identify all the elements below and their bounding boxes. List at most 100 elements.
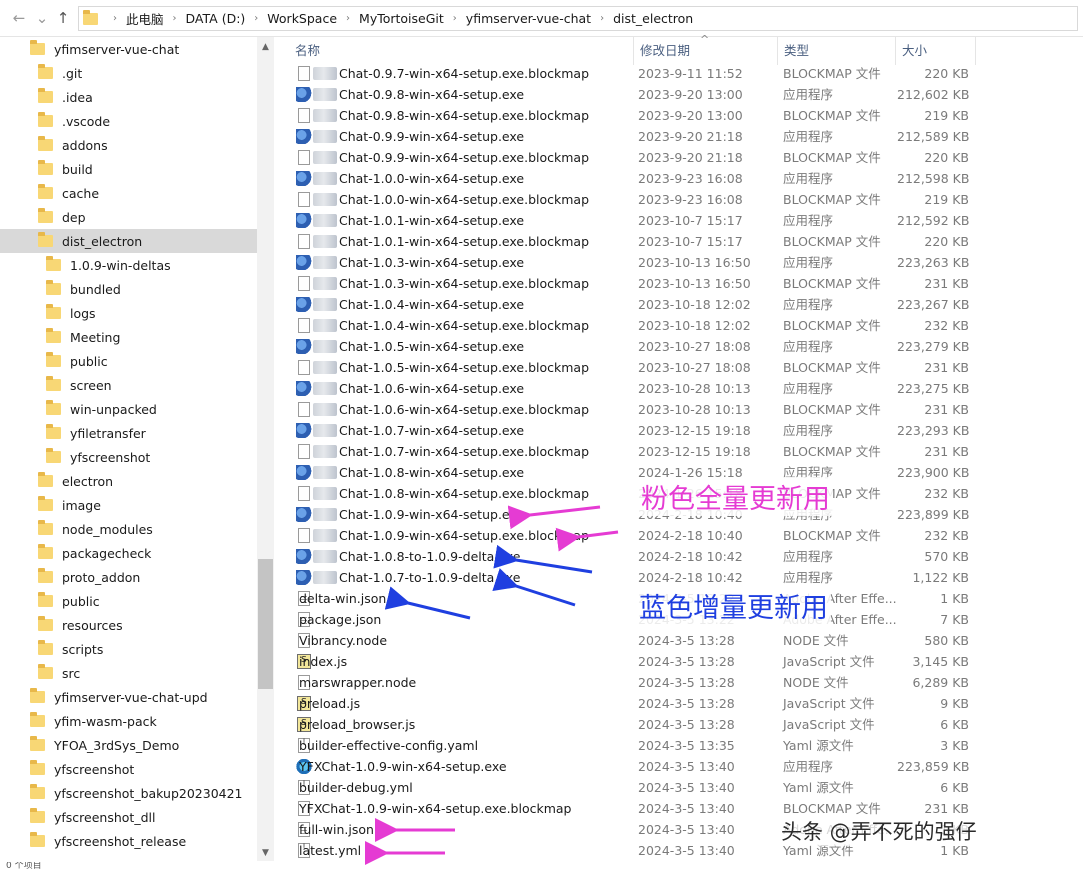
file-type: 应用程序 [783,129,834,144]
file-row[interactable]: Chat-1.0.3-win-x64-setup.exe.blockmap 202… [277,273,977,294]
file-row[interactable]: Chat-0.9.9-win-x64-setup.exe 2023-9-20 21… [277,126,977,147]
chevron-right-icon[interactable]: › [173,13,177,24]
tree-item[interactable]: yfscreenshot [0,445,257,469]
file-row[interactable]: Chat-1.0.6-win-x64-setup.exe.blockmap 202… [277,399,977,420]
file-row[interactable]: Chat-1.0.5-win-x64-setup.exe.blockmap 202… [277,357,977,378]
tree-item[interactable]: yfscreenshot_bakup20230421 [0,781,257,805]
file-date: 2024-3-5 13:40 [638,780,735,795]
tree-item[interactable]: screen [0,373,257,397]
breadcrumb-item[interactable]: dist_electron [613,11,693,26]
tree-item[interactable]: addons [0,133,257,157]
file-row[interactable]: Chat-1.0.1-win-x64-setup.exe 2023-10-7 15… [277,210,977,231]
tree-item[interactable]: .vscode [0,109,257,133]
chevron-right-icon[interactable]: › [453,13,457,24]
tree-item[interactable]: bundled [0,277,257,301]
tree-item[interactable]: YFOA_3rdSys_Demo [0,733,257,757]
tree-item[interactable]: dep [0,205,257,229]
tree-item-label: screen [70,377,112,393]
column-type[interactable]: 类型 [778,37,896,65]
file-row[interactable]: preload.js 2024-3-5 13:28 JavaScript 文件 9 K… [277,693,977,714]
tree-item[interactable]: build [0,157,257,181]
file-row[interactable]: Chat-1.0.5-win-x64-setup.exe 2023-10-27 1… [277,336,977,357]
file-row[interactable]: builder-effective-config.yaml 2024-3-5 13… [277,735,977,756]
back-arrow-icon[interactable]: ← [10,9,28,27]
file-row[interactable]: Chat-1.0.0-win-x64-setup.exe.blockmap 202… [277,189,977,210]
chevron-right-icon[interactable]: › [346,13,350,24]
tree-item[interactable]: yfscreenshot [0,757,257,781]
file-row[interactable]: Chat-1.0.8-win-x64-setup.exe 2024-1-26 15… [277,462,977,483]
file-row[interactable]: Chat-0.9.9-win-x64-setup.exe.blockmap 202… [277,147,977,168]
file-row[interactable]: Chat-1.0.6-win-x64-setup.exe 2023-10-28 1… [277,378,977,399]
tree-item[interactable]: image [0,493,257,517]
file-row[interactable]: Chat-1.0.1-win-x64-setup.exe.blockmap 202… [277,231,977,252]
file-row[interactable]: Chat-1.0.9-win-x64-setup.exe2024-2-18 10… [277,504,977,525]
file-row[interactable]: Chat-1.0.7-win-x64-setup.exe 2023-12-15 1… [277,420,977,441]
file-row[interactable]: Vibrancy.node 2024-3-5 13:28 NODE 文件 580 KB [277,630,977,651]
file-row[interactable]: Chat-1.0.7-win-x64-setup.exe.blockmap 202… [277,441,977,462]
file-row[interactable]: marswrapper.node 2024-3-5 13:28 NODE 文件 6,2… [277,672,977,693]
breadcrumb-item[interactable]: MyTortoiseGit [359,11,444,26]
chevron-right-icon[interactable]: › [113,13,117,24]
tree-item[interactable]: resources [0,613,257,637]
file-row[interactable]: index.js 2024-3-5 13:28 JavaScript 文件 3,145… [277,651,977,672]
tree-item[interactable]: yfscreenshot_release [0,829,257,853]
tree-item[interactable]: yfim-wasm-pack [0,709,257,733]
file-row[interactable]: Chat-1.0.9-win-x64-setup.exe.blockmap 202… [277,525,977,546]
breadcrumb-item[interactable]: DATA (D:) [186,11,246,26]
tree-item[interactable]: packagecheck [0,541,257,565]
file-row[interactable]: Chat-1.0.4-win-x64-setup.exe.blockmap 202… [277,315,977,336]
file-row[interactable]: Chat-0.9.7-win-x64-setup.exe.blockmap 202… [277,63,977,84]
file-size: 1,122 KB [912,570,969,585]
tree-item[interactable]: dist_electron [0,229,257,253]
file-row[interactable]: Chat-1.0.8-win-x64-setup.exe.blockmap202… [277,483,977,504]
chevron-right-icon[interactable]: › [254,13,258,24]
file-exe-icon [296,213,312,228]
chevron-down-icon[interactable]: ⌄ [33,9,51,27]
column-size[interactable]: 大小 [896,37,976,65]
tree-item[interactable]: electron [0,469,257,493]
tree-item[interactable]: public [0,349,257,373]
file-row[interactable]: YFXChat-1.0.9-win-x64-setup.exe 2024-3-5 … [277,756,977,777]
scroll-up-arrow-icon[interactable]: ▲ [257,39,274,55]
file-row[interactable]: Chat-1.0.3-win-x64-setup.exe 2023-10-13 1… [277,252,977,273]
file-type: 应用程序 [783,87,834,102]
file-row[interactable]: builder-debug.yml 2024-3-5 13:40 Yaml 源文件 6… [277,777,977,798]
file-date: 2023-9-20 21:18 [638,129,743,144]
file-row[interactable]: Chat-1.0.0-win-x64-setup.exe 2023-9-23 16… [277,168,977,189]
file-row[interactable]: Chat-0.9.8-win-x64-setup.exe.blockmap 202… [277,105,977,126]
file-row[interactable]: preload_browser.js 2024-3-5 13:28 JavaScri… [277,714,977,735]
tree-scrollbar[interactable]: ▲ ▼ [257,37,274,861]
file-row[interactable]: delta-win.json2024-3-5 13:22Adobe After … [277,588,977,609]
address-path[interactable]: › 此电脑 › DATA (D:) › WorkSpace › MyTortoiseGit › y… [78,6,1078,31]
breadcrumb-item[interactable]: yfimserver-vue-chat [466,11,591,26]
file-row[interactable]: Chat-0.9.8-win-x64-setup.exe 2023-9-20 13… [277,84,977,105]
breadcrumb-item[interactable]: 此电脑 [126,9,164,28]
file-row[interactable]: Chat-1.0.4-win-x64-setup.exe 2023-10-18 1… [277,294,977,315]
tree-item[interactable]: proto_addon [0,565,257,589]
file-type: 应用程序 [783,213,834,228]
up-arrow-icon[interactable]: ↑ [54,9,72,27]
tree-item[interactable]: yfimserver-vue-chat [0,37,257,61]
tree-item[interactable]: logs [0,301,257,325]
column-name[interactable]: 名称 [289,37,634,65]
tree-item[interactable]: cache [0,181,257,205]
tree-item[interactable]: .git [0,61,257,85]
file-row[interactable]: Chat-1.0.7-to-1.0.9-delta.exe 2024-2-18 1… [277,567,977,588]
tree-item[interactable]: .idea [0,85,257,109]
tree-item[interactable]: 1.0.9-win-deltas [0,253,257,277]
tree-item[interactable]: yfimserver-vue-chat-upd [0,685,257,709]
scroll-down-arrow-icon[interactable]: ▼ [257,845,274,861]
tree-item[interactable]: public [0,589,257,613]
tree-scrollbar-thumb[interactable] [258,559,273,689]
tree-item[interactable]: win-unpacked [0,397,257,421]
chevron-right-icon[interactable]: › [600,13,604,24]
file-row[interactable]: Chat-1.0.8-to-1.0.9-delta.exe 2024-2-18 1… [277,546,977,567]
tree-item[interactable]: Meeting [0,325,257,349]
tree-item[interactable]: yfiletransfer [0,421,257,445]
tree-item[interactable]: node_modules [0,517,257,541]
breadcrumb-item[interactable]: WorkSpace [267,11,337,26]
tree-item[interactable]: scripts [0,637,257,661]
tree-item[interactable]: yfscreenshot_dll [0,805,257,829]
tree-item[interactable]: src [0,661,257,685]
file-row[interactable]: package.json2024-3-5 13:22Adobe After Ef… [277,609,977,630]
